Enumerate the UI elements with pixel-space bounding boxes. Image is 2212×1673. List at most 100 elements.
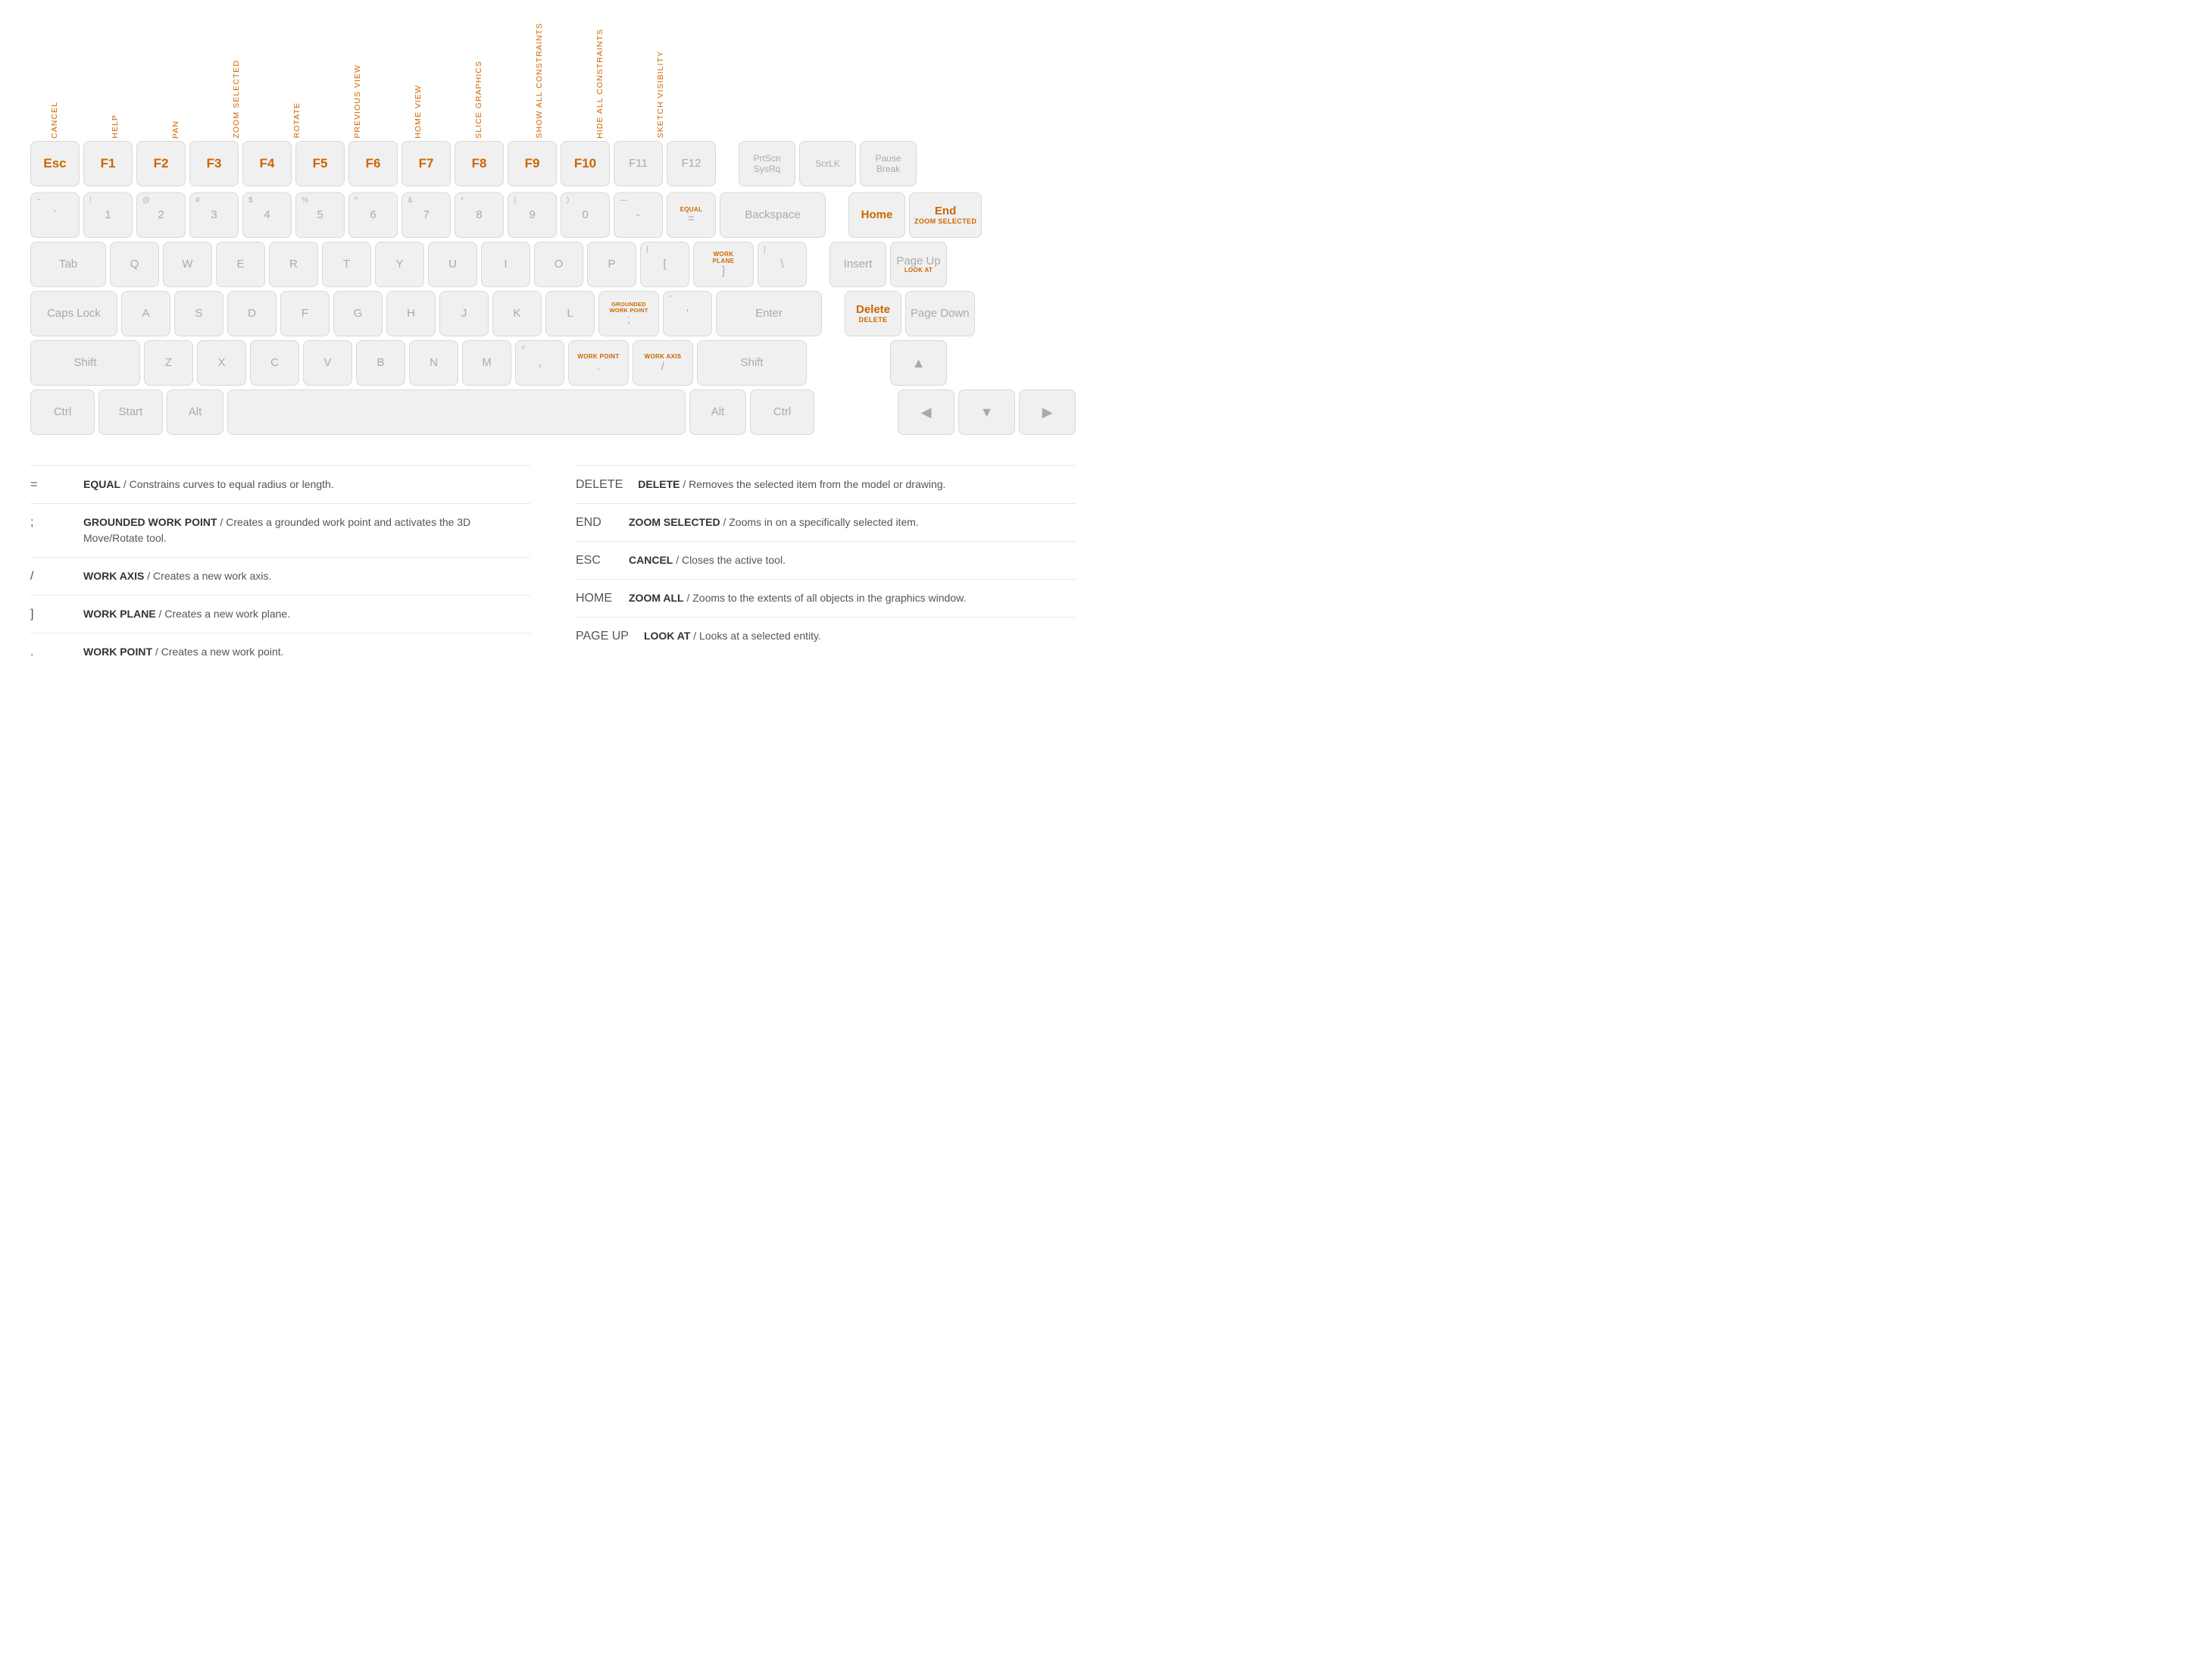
key-x[interactable]: X bbox=[197, 340, 246, 386]
key-w[interactable]: W bbox=[163, 242, 212, 287]
key-d[interactable]: D bbox=[227, 291, 276, 336]
key-home[interactable]: Home bbox=[848, 192, 905, 238]
key-delete[interactable]: Delete DELETE bbox=[845, 291, 901, 336]
key-k[interactable]: K bbox=[492, 291, 542, 336]
key-j[interactable]: J bbox=[439, 291, 489, 336]
key-f2[interactable]: F2 bbox=[136, 141, 186, 186]
key-4[interactable]: $ 4 bbox=[242, 192, 292, 238]
key-q[interactable]: Q bbox=[110, 242, 159, 287]
key-c[interactable]: C bbox=[250, 340, 299, 386]
key-f9[interactable]: F9 bbox=[508, 141, 557, 186]
key-arrow-right[interactable]: ▶ bbox=[1019, 389, 1076, 435]
key-shift-right[interactable]: Shift bbox=[697, 340, 807, 386]
key-prtscn[interactable]: PrtScn SysRq bbox=[739, 141, 795, 186]
key-comma[interactable]: < , bbox=[515, 340, 564, 386]
key-shiftl-label: Shift bbox=[73, 357, 96, 370]
key-9[interactable]: ( 9 bbox=[508, 192, 557, 238]
key-pagedown[interactable]: Page Down bbox=[905, 291, 975, 336]
key-8[interactable]: * 8 bbox=[455, 192, 504, 238]
legend-text-home: ZOOM ALL / Zooms to the extents of all o… bbox=[629, 590, 966, 606]
esc-fkey-label: CANCEL bbox=[51, 102, 60, 139]
key-v[interactable]: V bbox=[303, 340, 352, 386]
key-l[interactable]: L bbox=[545, 291, 595, 336]
key-capslock[interactable]: Caps Lock bbox=[30, 291, 117, 336]
key-arrowleft-icon: ◀ bbox=[921, 405, 932, 421]
f9-fkey-label: HIDE ALL CONSTRAINTS bbox=[596, 29, 605, 139]
f8-fkey-label: SHOW ALL CONSTRAINTS bbox=[536, 23, 545, 138]
key-a[interactable]: A bbox=[121, 291, 170, 336]
f4-fkey-label: ROTATE bbox=[293, 102, 302, 138]
key-backspace[interactable]: Backspace bbox=[720, 192, 826, 238]
key-6[interactable]: ^ 6 bbox=[348, 192, 398, 238]
key-o[interactable]: O bbox=[534, 242, 583, 287]
key-s-label: S bbox=[195, 308, 202, 321]
key-shift-left[interactable]: Shift bbox=[30, 340, 140, 386]
key-start[interactable]: Start bbox=[98, 389, 163, 435]
key-arrow-left[interactable]: ◀ bbox=[898, 389, 954, 435]
legend-item-delete: DELETE DELETE / Removes the selected ite… bbox=[576, 465, 1076, 503]
key-minus-label: - bbox=[636, 209, 640, 222]
key-dash-top: — bbox=[620, 196, 627, 205]
key-m[interactable]: M bbox=[462, 340, 511, 386]
key-1[interactable]: ! 1 bbox=[83, 192, 133, 238]
key-pause[interactable]: Pause Break bbox=[860, 141, 917, 186]
key-ctrl-right[interactable]: Ctrl bbox=[750, 389, 814, 435]
key-r[interactable]: R bbox=[269, 242, 318, 287]
key-f12[interactable]: F12 bbox=[667, 141, 716, 186]
key-tilde[interactable]: ~ ` bbox=[30, 192, 80, 238]
key-3[interactable]: # 3 bbox=[189, 192, 239, 238]
key-7[interactable]: & 7 bbox=[401, 192, 451, 238]
key-n[interactable]: N bbox=[409, 340, 458, 386]
key-semicolon[interactable]: GROUNDEDWORK POINT ; bbox=[598, 291, 659, 336]
key-period[interactable]: WORK POINT . bbox=[568, 340, 629, 386]
key-2[interactable]: @ 2 bbox=[136, 192, 186, 238]
key-alt-left[interactable]: Alt bbox=[167, 389, 223, 435]
key-0[interactable]: ) 0 bbox=[561, 192, 610, 238]
key-alt-right[interactable]: Alt bbox=[689, 389, 746, 435]
key-f5[interactable]: F5 bbox=[295, 141, 345, 186]
key-z[interactable]: Z bbox=[144, 340, 193, 386]
key-backslash[interactable]: | \ bbox=[758, 242, 807, 287]
key-enter[interactable]: Enter bbox=[716, 291, 822, 336]
key-f1[interactable]: F1 bbox=[83, 141, 133, 186]
key-arrow-down[interactable]: ▼ bbox=[958, 389, 1015, 435]
key-scrlk[interactable]: ScrLK bbox=[799, 141, 856, 186]
key-f6[interactable]: F6 bbox=[348, 141, 398, 186]
key-rbracket[interactable]: WORKPLANE ] bbox=[693, 242, 754, 287]
key-space[interactable] bbox=[227, 389, 686, 435]
key-f[interactable]: F bbox=[280, 291, 330, 336]
key-end[interactable]: End ZOOM SELECTED bbox=[909, 192, 982, 238]
key-g[interactable]: G bbox=[333, 291, 383, 336]
key-arrow-up[interactable]: ▲ bbox=[890, 340, 947, 386]
key-e[interactable]: E bbox=[216, 242, 265, 287]
key-f3[interactable]: F3 bbox=[189, 141, 239, 186]
key-h[interactable]: H bbox=[386, 291, 436, 336]
key-b[interactable]: B bbox=[356, 340, 405, 386]
key-ctrl-left[interactable]: Ctrl bbox=[30, 389, 95, 435]
key-y[interactable]: Y bbox=[375, 242, 424, 287]
key-f7[interactable]: F7 bbox=[401, 141, 451, 186]
key-l-label: L bbox=[567, 308, 573, 321]
key-exclaim-label: ! bbox=[89, 196, 92, 205]
key-s[interactable]: S bbox=[174, 291, 223, 336]
key-quote[interactable]: " ' bbox=[663, 291, 712, 336]
key-5[interactable]: % 5 bbox=[295, 192, 345, 238]
key-f10[interactable]: F10 bbox=[561, 141, 610, 186]
key-esc[interactable]: Esc bbox=[30, 141, 80, 186]
key-lbracket[interactable]: { [ bbox=[640, 242, 689, 287]
key-equal[interactable]: EQUAL = bbox=[667, 192, 716, 238]
key-u[interactable]: U bbox=[428, 242, 477, 287]
key-f8[interactable]: F8 bbox=[455, 141, 504, 186]
key-i[interactable]: I bbox=[481, 242, 530, 287]
key-f11[interactable]: F11 bbox=[614, 141, 663, 186]
key-6-label: 6 bbox=[370, 209, 376, 222]
key-p[interactable]: P bbox=[587, 242, 636, 287]
key-slash[interactable]: WORK AXIS / bbox=[633, 340, 693, 386]
key-pageup[interactable]: Page Up LOOK AT bbox=[890, 242, 947, 287]
key-minus[interactable]: — - bbox=[614, 192, 663, 238]
key-insert[interactable]: Insert bbox=[830, 242, 886, 287]
key-t[interactable]: T bbox=[322, 242, 371, 287]
key-tab[interactable]: Tab bbox=[30, 242, 106, 287]
key-f4[interactable]: F4 bbox=[242, 141, 292, 186]
legend-key-pgup: PAGE UP bbox=[576, 628, 629, 643]
